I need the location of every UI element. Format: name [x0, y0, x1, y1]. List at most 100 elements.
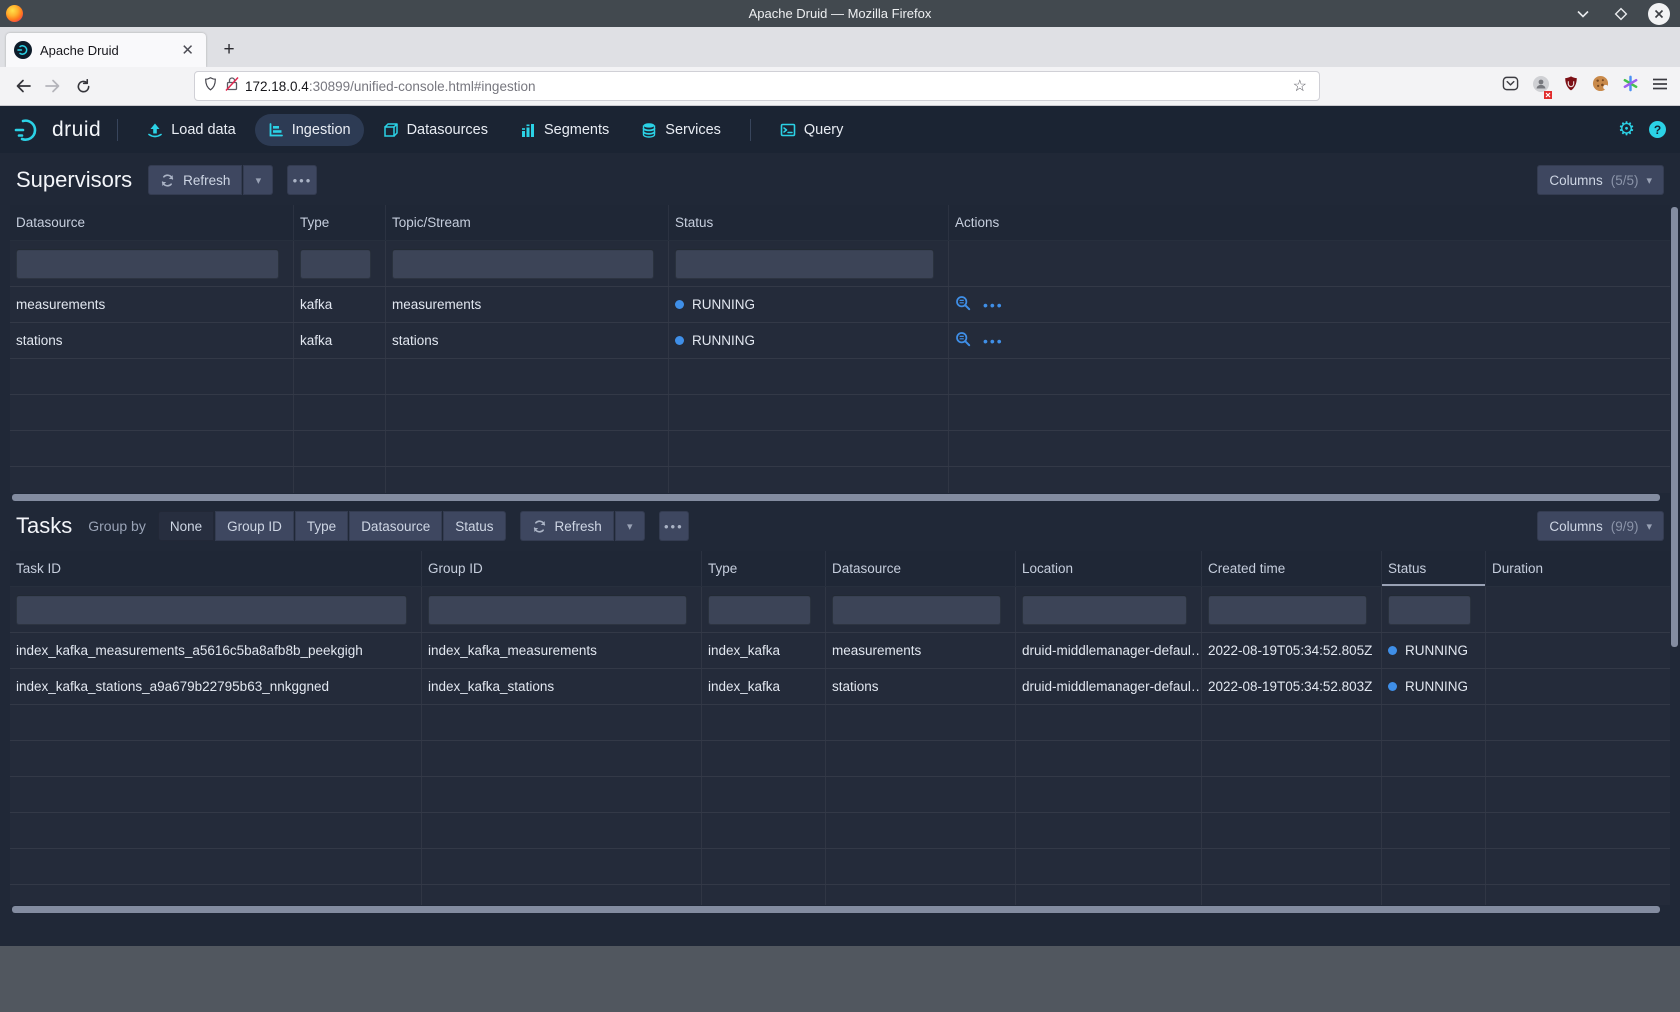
tab-close-icon[interactable]: ✕: [177, 41, 198, 59]
status-cell: RUNNING: [669, 287, 949, 322]
tasks-title: Tasks: [16, 513, 72, 539]
empty-table-row: [10, 849, 1670, 885]
bookmark-star-icon[interactable]: ☆: [1289, 76, 1311, 96]
filter-location-input[interactable]: [1022, 595, 1187, 625]
supervisors-columns-button[interactable]: Columns(5/5)▾: [1537, 165, 1664, 195]
supervisor-row-stations[interactable]: stations kafka stations RUNNING •••: [10, 323, 1670, 359]
new-tab-button[interactable]: +: [214, 35, 244, 65]
running-dot: [675, 300, 684, 309]
supervisors-refresh-button[interactable]: Refresh: [148, 165, 242, 195]
col-header-topic-stream[interactable]: Topic/Stream: [386, 205, 669, 240]
nav-datasources[interactable]: Datasources: [370, 114, 501, 146]
tasks-header-row: Task ID Group ID Type Datasource Locatio…: [10, 551, 1670, 587]
filter-group-id-input[interactable]: [428, 595, 687, 625]
status-cell: RUNNING: [1382, 633, 1486, 668]
tasks-more-button[interactable]: •••: [659, 511, 689, 541]
screen: Apache Druid — Mozilla Firefox Apache Dr…: [0, 0, 1680, 1012]
group-by-datasource-button[interactable]: Datasource: [349, 511, 442, 541]
group-by-group-id-button[interactable]: Group ID: [215, 511, 294, 541]
col-header-actions: Actions: [949, 205, 1670, 240]
tasks-columns-button[interactable]: Columns(9/9)▾: [1537, 511, 1664, 541]
cookie-icon[interactable]: [1592, 75, 1609, 97]
supervisors-toolbar: Supervisors Refresh ▾ ••• Columns(5/5)▾: [10, 153, 1670, 205]
supervisors-header-row: Datasource Type Topic/Stream Status Acti…: [10, 205, 1670, 241]
settings-gear-icon[interactable]: ⚙: [1618, 120, 1635, 139]
row-actions-more-icon[interactable]: •••: [983, 297, 1004, 313]
filter-status-input[interactable]: [1388, 595, 1471, 625]
col-header-duration[interactable]: Duration: [1486, 551, 1670, 586]
browser-tab-apache-druid[interactable]: Apache Druid ✕: [6, 33, 206, 67]
col-header-type[interactable]: Type: [702, 551, 826, 586]
help-icon[interactable]: ?: [1649, 121, 1666, 138]
forward-button[interactable]: [38, 71, 68, 101]
group-by-status-button[interactable]: Status: [443, 511, 505, 541]
filter-task-id-input[interactable]: [16, 595, 407, 625]
col-header-group-id[interactable]: Group ID: [422, 551, 702, 586]
segments-icon: [520, 122, 536, 138]
supervisors-refresh-caret-button[interactable]: ▾: [243, 165, 273, 195]
nav-segments[interactable]: Segments: [507, 114, 622, 146]
task-row-measurements[interactable]: index_kafka_measurements_a5616c5ba8afb8b…: [10, 633, 1670, 669]
asterisk-extension-icon[interactable]: [1622, 75, 1639, 97]
empty-table-row: [10, 431, 1670, 467]
supervisors-table: Datasource Type Topic/Stream Status Acti…: [10, 205, 1670, 493]
filter-status-input[interactable]: [675, 249, 934, 279]
reload-button[interactable]: [68, 71, 98, 101]
supervisor-row-measurements[interactable]: measurements kafka measurements RUNNING …: [10, 287, 1670, 323]
services-icon: [641, 122, 657, 138]
lock-insecure-icon[interactable]: [225, 76, 239, 97]
window-close-button[interactable]: [1648, 3, 1670, 25]
col-header-created-time[interactable]: Created time: [1202, 551, 1382, 586]
filter-type-input[interactable]: [708, 595, 811, 625]
group-by-type-button[interactable]: Type: [295, 511, 348, 541]
menu-hamburger-icon[interactable]: [1652, 77, 1668, 96]
brand-text: druid: [52, 118, 101, 142]
col-header-location[interactable]: Location: [1016, 551, 1202, 586]
filter-datasource-input[interactable]: [832, 595, 1001, 625]
url-path: :30899/unified-console.html#ingestion: [309, 79, 536, 94]
nav-query[interactable]: Query: [767, 114, 857, 146]
druid-favicon: [14, 41, 32, 59]
col-header-type[interactable]: Type: [294, 205, 386, 240]
row-actions-more-icon[interactable]: •••: [983, 333, 1004, 349]
supervisors-title: Supervisors: [16, 167, 132, 193]
supervisors-more-button[interactable]: •••: [287, 165, 317, 195]
filter-created-time-input[interactable]: [1208, 595, 1367, 625]
back-button[interactable]: [8, 71, 38, 101]
inspect-magnifier-icon[interactable]: [955, 331, 971, 350]
url-bar[interactable]: 172.18.0.4:30899/unified-console.html#in…: [194, 71, 1320, 101]
window-maximize-button[interactable]: [1610, 3, 1632, 25]
task-row-stations[interactable]: index_kafka_stations_a9a679b22795b63_nnk…: [10, 669, 1670, 705]
shield-icon[interactable]: [203, 76, 218, 97]
group-by-none-button[interactable]: None: [158, 511, 214, 541]
tasks-refresh-caret-button[interactable]: ▾: [615, 511, 645, 541]
url-host: 172.18.0.4: [245, 79, 309, 94]
nav-ingestion[interactable]: Ingestion: [255, 114, 364, 146]
load-data-icon: [147, 122, 163, 138]
druid-logo[interactable]: druid: [14, 117, 101, 143]
col-header-status[interactable]: Status: [669, 205, 949, 240]
tasks-refresh-button[interactable]: Refresh: [520, 511, 614, 541]
filter-datasource-input[interactable]: [16, 249, 279, 279]
col-header-status-sorted[interactable]: Status: [1382, 551, 1486, 586]
col-header-datasource[interactable]: Datasource: [826, 551, 1016, 586]
pocket-icon[interactable]: [1502, 75, 1519, 97]
status-cell: RUNNING: [1382, 669, 1486, 704]
inspect-magnifier-icon[interactable]: [955, 295, 971, 314]
empty-table-row: [10, 813, 1670, 849]
filter-topic-stream-input[interactable]: [392, 249, 654, 279]
filter-type-input[interactable]: [300, 249, 371, 279]
col-header-task-id[interactable]: Task ID: [10, 551, 422, 586]
nav-load-data[interactable]: Load data: [134, 114, 249, 146]
tab-title: Apache Druid: [40, 43, 177, 58]
extension-icon[interactable]: [1532, 75, 1550, 98]
col-header-datasource[interactable]: Datasource: [10, 205, 294, 240]
window-minimize-button[interactable]: [1572, 3, 1594, 25]
ublock-shield-icon[interactable]: [1563, 75, 1579, 97]
url-text[interactable]: 172.18.0.4:30899/unified-console.html#in…: [245, 79, 1289, 94]
supervisors-horizontal-scrollbar[interactable]: [10, 494, 1666, 502]
nav-services[interactable]: Services: [628, 114, 734, 146]
tasks-filter-row: [10, 587, 1670, 633]
supervisors-vertical-scrollbar[interactable]: [1671, 207, 1678, 647]
tasks-horizontal-scrollbar[interactable]: [10, 906, 1666, 914]
